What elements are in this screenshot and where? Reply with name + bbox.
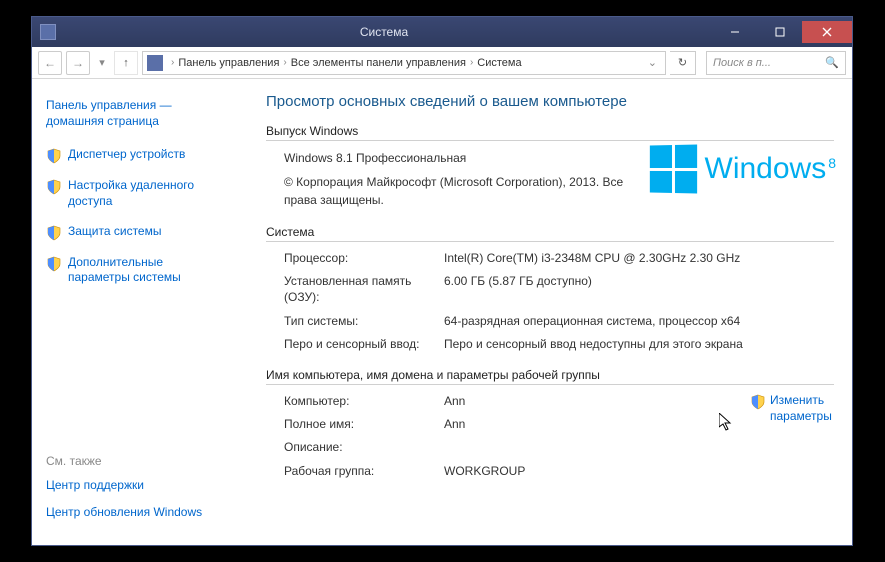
- spec-value: WORKGROUP: [444, 463, 738, 479]
- system-window: Система ← → ▾ ↑ › Панель управления › Вс…: [31, 16, 853, 546]
- shield-icon: [46, 148, 62, 164]
- nav-up-button[interactable]: ↑: [114, 51, 138, 75]
- sidebar-item-label: Защита системы: [68, 224, 161, 240]
- spec-row-description: Описание:: [284, 439, 738, 455]
- spec-row-processor: Процессор: Intel(R) Core(TM) i3-2348M CP…: [284, 250, 834, 266]
- change-settings-link[interactable]: Изменить параметры: [750, 393, 834, 486]
- section-windows-edition: Выпуск Windows: [266, 124, 834, 141]
- change-settings-label: Изменить параметры: [770, 393, 834, 424]
- nav-back-button[interactable]: ←: [38, 51, 62, 75]
- sidebar-item-label: Диспетчер устройств: [68, 147, 185, 163]
- spec-value: 6.00 ГБ (5.87 ГБ доступно): [444, 273, 834, 305]
- chevron-right-icon: ›: [283, 57, 286, 68]
- sidebar-item-remote-settings[interactable]: Настройка удаленного доступа: [46, 178, 228, 209]
- spec-value: [444, 439, 738, 455]
- spec-row-system-type: Тип системы: 64-разрядная операционная с…: [284, 313, 834, 329]
- spec-value: Intel(R) Core(TM) i3-2348M CPU @ 2.30GHz…: [444, 250, 834, 266]
- minimize-button[interactable]: [712, 21, 757, 43]
- nav-forward-button[interactable]: →: [66, 51, 90, 75]
- chevron-right-icon: ›: [470, 57, 473, 68]
- see-also-item-label: Центр поддержки: [46, 478, 144, 494]
- see-also-windows-update[interactable]: Центр обновления Windows: [46, 505, 228, 521]
- section-computer-name: Имя компьютера, имя домена и параметры р…: [266, 368, 834, 385]
- see-also-label: См. также: [46, 454, 228, 468]
- sidebar-item-advanced-settings[interactable]: Дополнительные параметры системы: [46, 255, 228, 286]
- spec-label: Установленная память (ОЗУ):: [284, 273, 444, 305]
- search-input[interactable]: Поиск в п... 🔍: [706, 51, 846, 75]
- spec-label: Компьютер:: [284, 393, 444, 409]
- windows-copyright: © Корпорация Майкрософт (Microsoft Corpo…: [284, 173, 637, 209]
- windows-edition-name: Windows 8.1 Профессиональная: [284, 149, 637, 167]
- main-panel: Просмотр основных сведений о вашем компь…: [242, 79, 852, 545]
- spec-row-pen-touch: Перо и сенсорный ввод: Перо и сенсорный …: [284, 336, 834, 352]
- close-button[interactable]: [802, 21, 852, 43]
- breadcrumb-item[interactable]: Все элементы панели управления: [291, 57, 466, 69]
- sidebar-item-system-protection[interactable]: Защита системы: [46, 224, 228, 241]
- spec-value: Перо и сенсорный ввод недоступны для это…: [444, 336, 834, 352]
- see-also-action-center[interactable]: Центр поддержки: [46, 478, 228, 494]
- sidebar-item-label: Настройка удаленного доступа: [68, 178, 228, 209]
- spec-label: Описание:: [284, 439, 444, 455]
- spec-row-full-name: Полное имя: Ann: [284, 416, 738, 432]
- sidebar-item-label: Дополнительные параметры системы: [68, 255, 228, 286]
- spec-row-workgroup: Рабочая группа: WORKGROUP: [284, 463, 738, 479]
- section-system: Система: [266, 225, 834, 242]
- breadcrumb-icon: [147, 55, 163, 71]
- windows-logo-icon: [649, 144, 696, 193]
- maximize-button[interactable]: [757, 21, 802, 43]
- shield-icon: [750, 394, 766, 410]
- spec-label: Процессор:: [284, 250, 444, 266]
- breadcrumb-item[interactable]: Система: [477, 57, 521, 69]
- app-icon: [40, 24, 56, 40]
- breadcrumb[interactable]: › Панель управления › Все элементы панел…: [142, 51, 666, 75]
- sidebar-item-device-manager[interactable]: Диспетчер устройств: [46, 147, 228, 164]
- windows-logo-text: Windows8: [705, 154, 835, 184]
- navbar: ← → ▾ ↑ › Панель управления › Все элемен…: [32, 47, 852, 79]
- breadcrumb-dropdown[interactable]: ⌄: [644, 56, 661, 69]
- spec-label: Полное имя:: [284, 416, 444, 432]
- shield-icon: [46, 256, 62, 272]
- spec-label: Тип системы:: [284, 313, 444, 329]
- windows-logo: Windows8: [649, 145, 835, 193]
- spec-value: Ann: [444, 393, 738, 409]
- shield-icon: [46, 179, 62, 195]
- sidebar: Панель управления — домашняя страница Ди…: [32, 79, 242, 545]
- spec-label: Перо и сенсорный ввод:: [284, 336, 444, 352]
- search-icon: 🔍: [825, 56, 839, 69]
- breadcrumb-item[interactable]: Панель управления: [178, 57, 279, 69]
- see-also-item-label: Центр обновления Windows: [46, 505, 202, 521]
- spec-row-ram: Установленная память (ОЗУ): 6.00 ГБ (5.8…: [284, 273, 834, 305]
- spec-value: 64-разрядная операционная система, проце…: [444, 313, 834, 329]
- nav-history-dropdown[interactable]: ▾: [94, 56, 110, 69]
- chevron-right-icon: ›: [171, 57, 174, 68]
- spec-value: Ann: [444, 416, 738, 432]
- search-placeholder: Поиск в п...: [713, 57, 771, 69]
- titlebar: Система: [32, 17, 852, 47]
- shield-icon: [46, 225, 62, 241]
- window-title: Система: [56, 25, 712, 39]
- control-panel-home-link[interactable]: Панель управления — домашняя страница: [46, 97, 228, 129]
- page-title: Просмотр основных сведений о вашем компь…: [266, 93, 834, 110]
- spec-row-computer: Компьютер: Ann: [284, 393, 738, 409]
- refresh-button[interactable]: ↻: [670, 51, 696, 75]
- spec-label: Рабочая группа:: [284, 463, 444, 479]
